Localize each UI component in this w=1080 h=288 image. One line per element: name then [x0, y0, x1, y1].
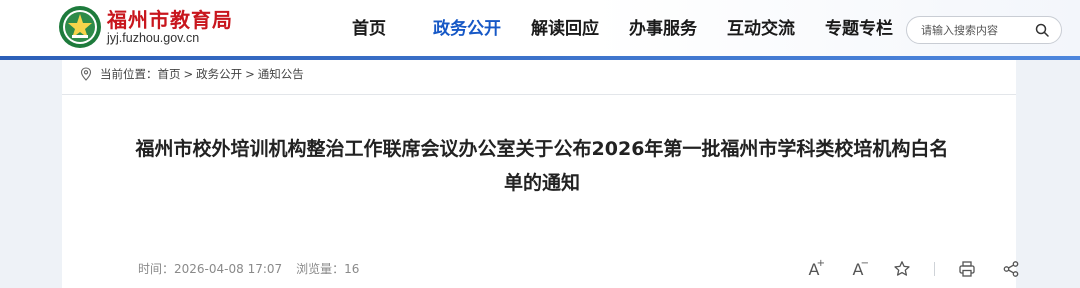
location-pin-icon [80, 67, 92, 81]
view-count: 浏览量：16 [296, 260, 359, 278]
breadcrumb-divider [62, 94, 1016, 95]
view-count-label: 浏览量： [296, 262, 345, 276]
site-domain: jyj.fuzhou.gov.cn [107, 31, 200, 45]
breadcrumb-separator: > [183, 67, 194, 81]
printer-shape [959, 261, 975, 277]
publish-time-value: 2026-04-08 17:07 [174, 262, 283, 276]
article-title: 福州市校外培训机构整治工作联席会议办公室关于公布2026年第一批福州市学科类校培… [135, 138, 949, 194]
star-shape [894, 261, 910, 276]
nav-item-interaction[interactable]: 互动交流 [712, 14, 810, 44]
publish-time: 时间：2026-04-08 17:07 [138, 260, 282, 278]
main-nav: 首页 政务公开 解读回应 办事服务 互动交流 专题专栏 [320, 14, 908, 44]
star-icon[interactable] [890, 258, 914, 280]
view-count-value: 16 [344, 262, 360, 276]
breadcrumb-prefix: 当前位置： [100, 67, 158, 81]
nav-item-services[interactable]: 办事服务 [614, 14, 712, 44]
nav-item-government-affairs[interactable]: 政务公开 [418, 14, 516, 44]
emblem-icon[interactable] [58, 5, 102, 49]
share-shape [1003, 261, 1019, 277]
article-tools: A + A − [802, 258, 1043, 280]
breadcrumb-government-affairs[interactable]: 政务公开 [196, 66, 242, 82]
search-box [906, 16, 1062, 44]
site-name[interactable]: 福州市教育局 [107, 4, 233, 33]
publish-time-label: 时间： [138, 262, 175, 276]
article-card: 当前位置： 首页 > 政务公开 > 通知公告 福州市校外培训机构整治工作联席会议… [62, 60, 1019, 288]
search-icon[interactable] [1035, 23, 1049, 37]
font-decrease-icon[interactable]: A − [846, 258, 870, 280]
print-icon[interactable] [955, 258, 979, 280]
font-decrease-sign: − [860, 258, 869, 269]
nav-item-interpretation[interactable]: 解读回应 [516, 14, 614, 44]
font-increase-sign: + [816, 258, 825, 269]
breadcrumb-separator: > [245, 67, 255, 81]
article-meta: 时间：2026-04-08 17:07 浏览量：16 [138, 260, 359, 278]
nav-item-home[interactable]: 首页 [320, 14, 418, 44]
breadcrumb-home[interactable]: 首页 [158, 66, 181, 82]
share-icon[interactable] [999, 258, 1023, 280]
search-input[interactable] [921, 22, 1031, 39]
site-header: 福州市教育局 jyj.fuzhou.gov.cn 首页 政务公开 解读回应 办事… [0, 0, 1080, 56]
nav-item-topics[interactable]: 专题专栏 [810, 14, 908, 44]
breadcrumb: 当前位置： 首页 > 政务公开 > 通知公告 [80, 64, 304, 84]
tool-separator [934, 262, 935, 276]
font-increase-icon[interactable]: A + [802, 258, 826, 280]
breadcrumb-notices[interactable]: 通知公告 [258, 66, 304, 82]
